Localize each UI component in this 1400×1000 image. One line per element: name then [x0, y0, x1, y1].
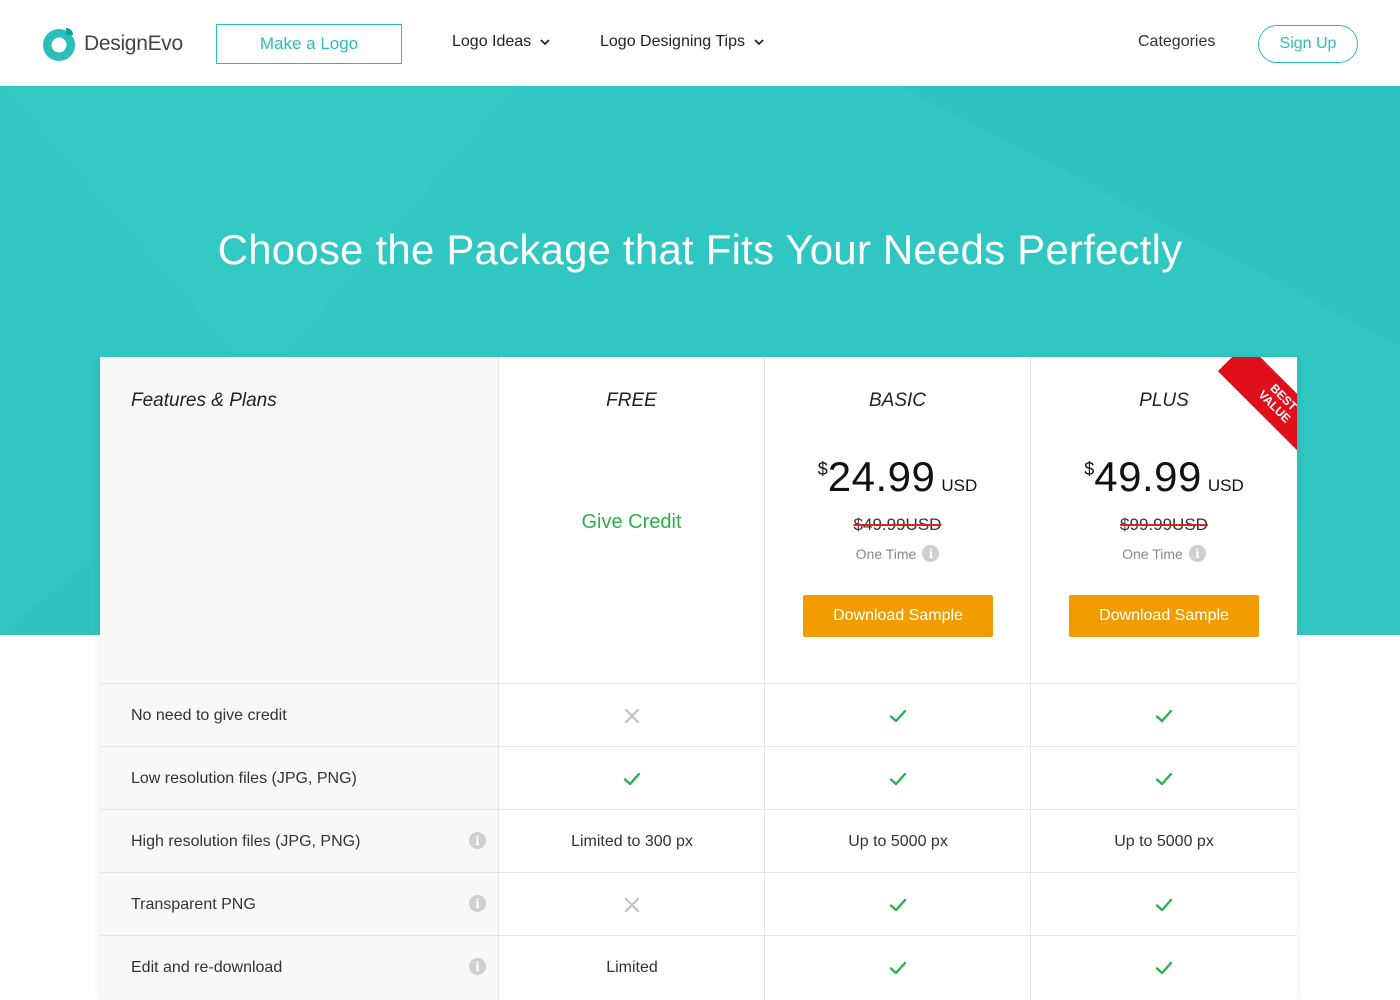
cross-icon [624, 897, 640, 912]
price-amount: 24.99 [827, 453, 936, 500]
cell-value: Limited [606, 958, 658, 976]
table-row: No need to give credit [100, 683, 1297, 746]
chevron-down-icon [754, 39, 764, 46]
feature-text: High resolution files (JPG, PNG) [131, 832, 361, 850]
check-icon [889, 961, 907, 974]
sign-up-button[interactable]: Sign Up [1258, 25, 1358, 63]
hero-title: Choose the Package that Fits Your Needs … [217, 226, 1183, 273]
price-unit: USD [1207, 476, 1244, 495]
check-icon [889, 898, 907, 911]
cell-plus [1031, 747, 1297, 810]
plan-free-name: FREE [606, 390, 657, 411]
cell-plus [1031, 936, 1297, 999]
table-row: Low resolution files (JPG, PNG) [100, 746, 1297, 809]
cell-value: Up to 5000 px [848, 832, 948, 850]
plan-plus-billing: One Time i [1031, 545, 1297, 562]
price-currency: $ [817, 459, 828, 479]
best-value-ribbon: BEST VALUE [1203, 357, 1297, 451]
logo-mark-icon [43, 28, 75, 61]
cell-basic [765, 936, 1031, 999]
plan-plus-price: $49.99 USD [1031, 453, 1297, 501]
info-icon[interactable]: i [469, 832, 486, 849]
check-icon [1155, 898, 1173, 911]
feature-text: No need to give credit [131, 706, 287, 724]
price-amount: 49.99 [1094, 453, 1202, 500]
nav-categories[interactable]: Categories [1138, 33, 1215, 51]
feature-text: Edit and re-download [131, 958, 283, 976]
nav-logo-tips-label: Logo Designing Tips [600, 33, 745, 50]
info-icon[interactable]: i [922, 545, 940, 562]
check-icon [623, 772, 641, 785]
feature-label: High resolution files (JPG, PNG) i [100, 810, 499, 873]
price-unit: USD [941, 476, 978, 495]
check-icon [1155, 772, 1173, 785]
cell-value: Up to 5000 px [1114, 832, 1214, 850]
plan-basic-billing: One Time i [765, 545, 1030, 562]
brand-name: DesignEvo [84, 32, 183, 55]
billing-label: One Time [855, 545, 917, 562]
nav-logo-designing-tips[interactable]: Logo Designing Tips [600, 33, 765, 51]
table-row: Edit and re-download i Limited [100, 935, 1297, 998]
old-price-value: $99.99USD [1120, 515, 1208, 534]
old-price-value: $49.99USD [853, 515, 942, 534]
cell-plus: Up to 5000 px [1031, 810, 1297, 873]
info-icon[interactable]: i [469, 958, 486, 975]
make-a-logo-button[interactable]: Make a Logo [216, 24, 402, 64]
nav-logo-ideas[interactable]: Logo Ideas [452, 33, 551, 51]
plan-basic-old-price: $49.99USD [765, 515, 1030, 535]
feature-label: Transparent PNG i [100, 873, 499, 936]
give-credit-label: Give Credit [581, 511, 682, 533]
cell-basic [765, 747, 1031, 810]
cell-free [499, 684, 765, 747]
cell-plus [1031, 873, 1297, 936]
cell-basic [765, 873, 1031, 936]
cell-free [499, 747, 765, 810]
billing-label: One Time [1122, 545, 1183, 562]
feature-label: Edit and re-download i [100, 936, 499, 999]
cell-basic [765, 684, 1031, 747]
feature-text: Transparent PNG [131, 895, 256, 913]
plus-download-sample-button[interactable]: Download Sample [1069, 595, 1259, 637]
cross-icon [624, 708, 640, 723]
check-icon [1155, 961, 1173, 974]
info-icon[interactable]: i [1188, 545, 1206, 562]
check-icon [1155, 709, 1173, 722]
cell-plus [1031, 684, 1297, 747]
info-icon[interactable]: i [469, 895, 486, 912]
cell-basic: Up to 5000 px [765, 810, 1031, 873]
table-row: Transparent PNG i [100, 872, 1297, 935]
price-currency: $ [1084, 459, 1095, 479]
feature-label: Low resolution files (JPG, PNG) [100, 747, 499, 810]
check-icon [889, 709, 907, 722]
features-heading: Features & Plans [131, 390, 277, 411]
cell-free: Limited [499, 936, 765, 999]
brand-logo[interactable]: DesignEvo [40, 22, 183, 66]
cell-value: Limited to 300 px [571, 832, 693, 850]
plan-basic-name: BASIC [868, 390, 927, 411]
feature-label: No need to give credit [100, 684, 499, 747]
site-header: DesignEvo Make a Logo Logo Ideas Logo De… [0, 0, 1400, 86]
plan-plus-old-price: $99.99USD [1031, 515, 1297, 535]
basic-download-sample-button[interactable]: Download Sample [803, 595, 993, 637]
check-icon [889, 772, 907, 785]
pricing-table: Features & Plans FREE Give Credit BASIC … [100, 357, 1297, 1000]
plan-basic-price: $24.99 USD [765, 453, 1030, 501]
table-row: High resolution files (JPG, PNG) i Limited… [100, 809, 1297, 872]
cell-free [499, 873, 765, 936]
ribbon-band: BEST VALUE [1217, 357, 1297, 451]
nav-logo-ideas-label: Logo Ideas [452, 33, 532, 50]
cell-free: Limited to 300 px [499, 810, 765, 873]
chevron-down-icon [540, 39, 550, 46]
feature-text: Low resolution files (JPG, PNG) [131, 769, 357, 787]
